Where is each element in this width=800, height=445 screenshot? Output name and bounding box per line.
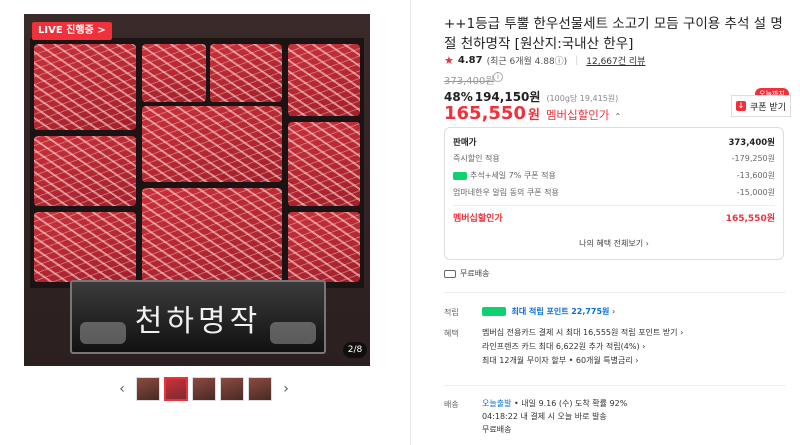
coupon-button[interactable]: ↓ 쿠폰 받기 xyxy=(731,95,791,117)
benefit-item[interactable]: 라인프렌즈 카드 최대 6,622원 추가 적립(4%) › xyxy=(482,340,645,353)
price-total-value: 165,550원 xyxy=(725,214,775,224)
original-price: 373,400원 xyxy=(444,76,495,87)
price-row-label: 즉시할인 적용 xyxy=(453,154,500,163)
free-shipping-label: 무료배송 xyxy=(460,269,490,278)
naver-plus-icon xyxy=(453,171,467,180)
info-icon[interactable]: i xyxy=(493,72,503,82)
price-row-value: -13,600원 xyxy=(736,171,775,180)
price-breakdown-box: 판매가 373,400원 즉시할인 적용 -179,250원 추석+세일 7% … xyxy=(444,127,784,260)
delivery-fee: 무료배송 xyxy=(482,425,512,434)
price-row: 엄마네한우 알림 동의 쿠폰 적용 -15,000원 xyxy=(453,187,775,198)
points-text: 최대 적립 포인트 xyxy=(511,307,569,316)
column-divider xyxy=(410,0,411,445)
coupon-download-icon: ↓ xyxy=(736,101,746,111)
delivery-eta: • 내일 9.16 (수) 도착 확률 92% xyxy=(514,399,628,408)
thumbnail[interactable] xyxy=(220,377,244,401)
discount-rate: 48% xyxy=(444,90,473,104)
meat-cut xyxy=(142,188,282,282)
price-total-row: 멤버십할인가 165,550원 xyxy=(453,211,775,224)
rating-score: 4.87 xyxy=(457,55,483,66)
price-row-label: 엄마네한우 알림 동의 쿠폰 적용 xyxy=(453,188,559,197)
price-row-label: 판매가 xyxy=(453,138,477,148)
meat-cut xyxy=(142,44,206,102)
price-total-label: 멤버십할인가 xyxy=(453,214,503,224)
delivery-label: 배송 xyxy=(444,400,459,409)
delivery-row: 오늘출발 • 내일 9.16 (수) 도착 확률 92% xyxy=(482,397,627,410)
meat-cut xyxy=(34,136,136,206)
points-value: 22,775원 xyxy=(571,307,610,316)
divider: | xyxy=(575,55,579,66)
meat-cut xyxy=(288,122,360,206)
thumbnail[interactable] xyxy=(192,377,216,401)
thumb-prev-button[interactable]: ‹ xyxy=(112,376,132,402)
meat-cut xyxy=(34,44,136,130)
meat-cut xyxy=(142,106,282,182)
price-row: 추석+세일 7% 쿠폰 적용 -13,600원 xyxy=(453,170,775,181)
divider xyxy=(444,385,786,386)
meat-tray-image xyxy=(30,38,364,288)
coupon-button-label: 쿠폰 받기 xyxy=(750,102,786,113)
today-ship-link[interactable]: 오늘출발 xyxy=(482,399,511,408)
delivery-cutoff: 04:18:22 내 결제 시 오늘 바로 발송 xyxy=(482,412,607,421)
price-row: 판매가 373,400원 xyxy=(453,136,775,148)
truck-icon xyxy=(444,269,456,278)
view-all-benefits-button[interactable]: 나의 혜택 전체보기 › xyxy=(445,238,783,249)
name-plate: 천하명작 xyxy=(70,280,326,354)
naver-membership-icon xyxy=(482,307,506,316)
live-badge[interactable]: LIVE 진행중 > xyxy=(32,22,112,40)
price-row-value: -15,000원 xyxy=(736,188,775,197)
product-main-image[interactable]: 천하명작 xyxy=(24,14,370,366)
product-title: ++1등급 투뿔 한우선물세트 소고기 모듬 구이용 추석 설 명절 천하명작 … xyxy=(444,16,783,52)
meat-cut xyxy=(34,212,136,282)
price-row: 즉시할인 적용 -179,250원 xyxy=(453,153,775,164)
image-page-indicator: 2/8 xyxy=(343,342,367,358)
divider xyxy=(444,292,786,293)
star-icon: ★ xyxy=(444,54,454,67)
member-price-label: 멤버십할인가 xyxy=(545,108,610,122)
chevron-up-icon[interactable]: ⌃ xyxy=(614,112,621,121)
tiger-deco-icon xyxy=(270,322,316,344)
thumb-next-button[interactable]: › xyxy=(276,376,296,402)
rating-detail: (최근 6개월 4.88ⓘ) xyxy=(486,57,568,67)
review-count-link[interactable]: 12,667건 리뷰 xyxy=(586,54,645,67)
price-row-label: 추석+세일 7% 쿠폰 적용 xyxy=(470,171,556,180)
thumbnail[interactable] xyxy=(248,377,272,401)
price-row-value: 373,400원 xyxy=(728,138,775,148)
meat-cut xyxy=(288,212,360,282)
points-row: 최대 적립 포인트 22,775원 › xyxy=(482,305,615,318)
thumbnail[interactable] xyxy=(136,377,160,401)
divider xyxy=(453,205,775,206)
thumbnail-strip: ‹ › xyxy=(112,374,296,404)
points-label: 적립 xyxy=(444,308,459,317)
member-price: 165,550 xyxy=(444,103,526,124)
thumbnail-selected[interactable] xyxy=(164,377,188,401)
chevron-right-icon[interactable]: › xyxy=(612,307,615,316)
meat-cut xyxy=(210,44,282,102)
meat-cut xyxy=(288,44,360,116)
price-row-value: -179,250원 xyxy=(731,154,775,163)
benefit-label: 혜택 xyxy=(444,329,459,338)
member-price-won: 원 xyxy=(527,108,540,123)
rating-row: ★ 4.87 (최근 6개월 4.88ⓘ) | 12,667건 리뷰 xyxy=(444,54,645,67)
free-shipping-row: 무료배송 xyxy=(444,268,489,279)
member-price-line[interactable]: 165,550 원 멤버십할인가 ⌃ xyxy=(444,103,621,124)
benefit-item[interactable]: 멤버십 전용카드 결제 시 최대 16,555원 적립 포인트 받기 › xyxy=(482,326,683,339)
benefit-item[interactable]: 최대 12개월 무이자 할부 • 60개월 특별금리 › xyxy=(482,354,638,367)
